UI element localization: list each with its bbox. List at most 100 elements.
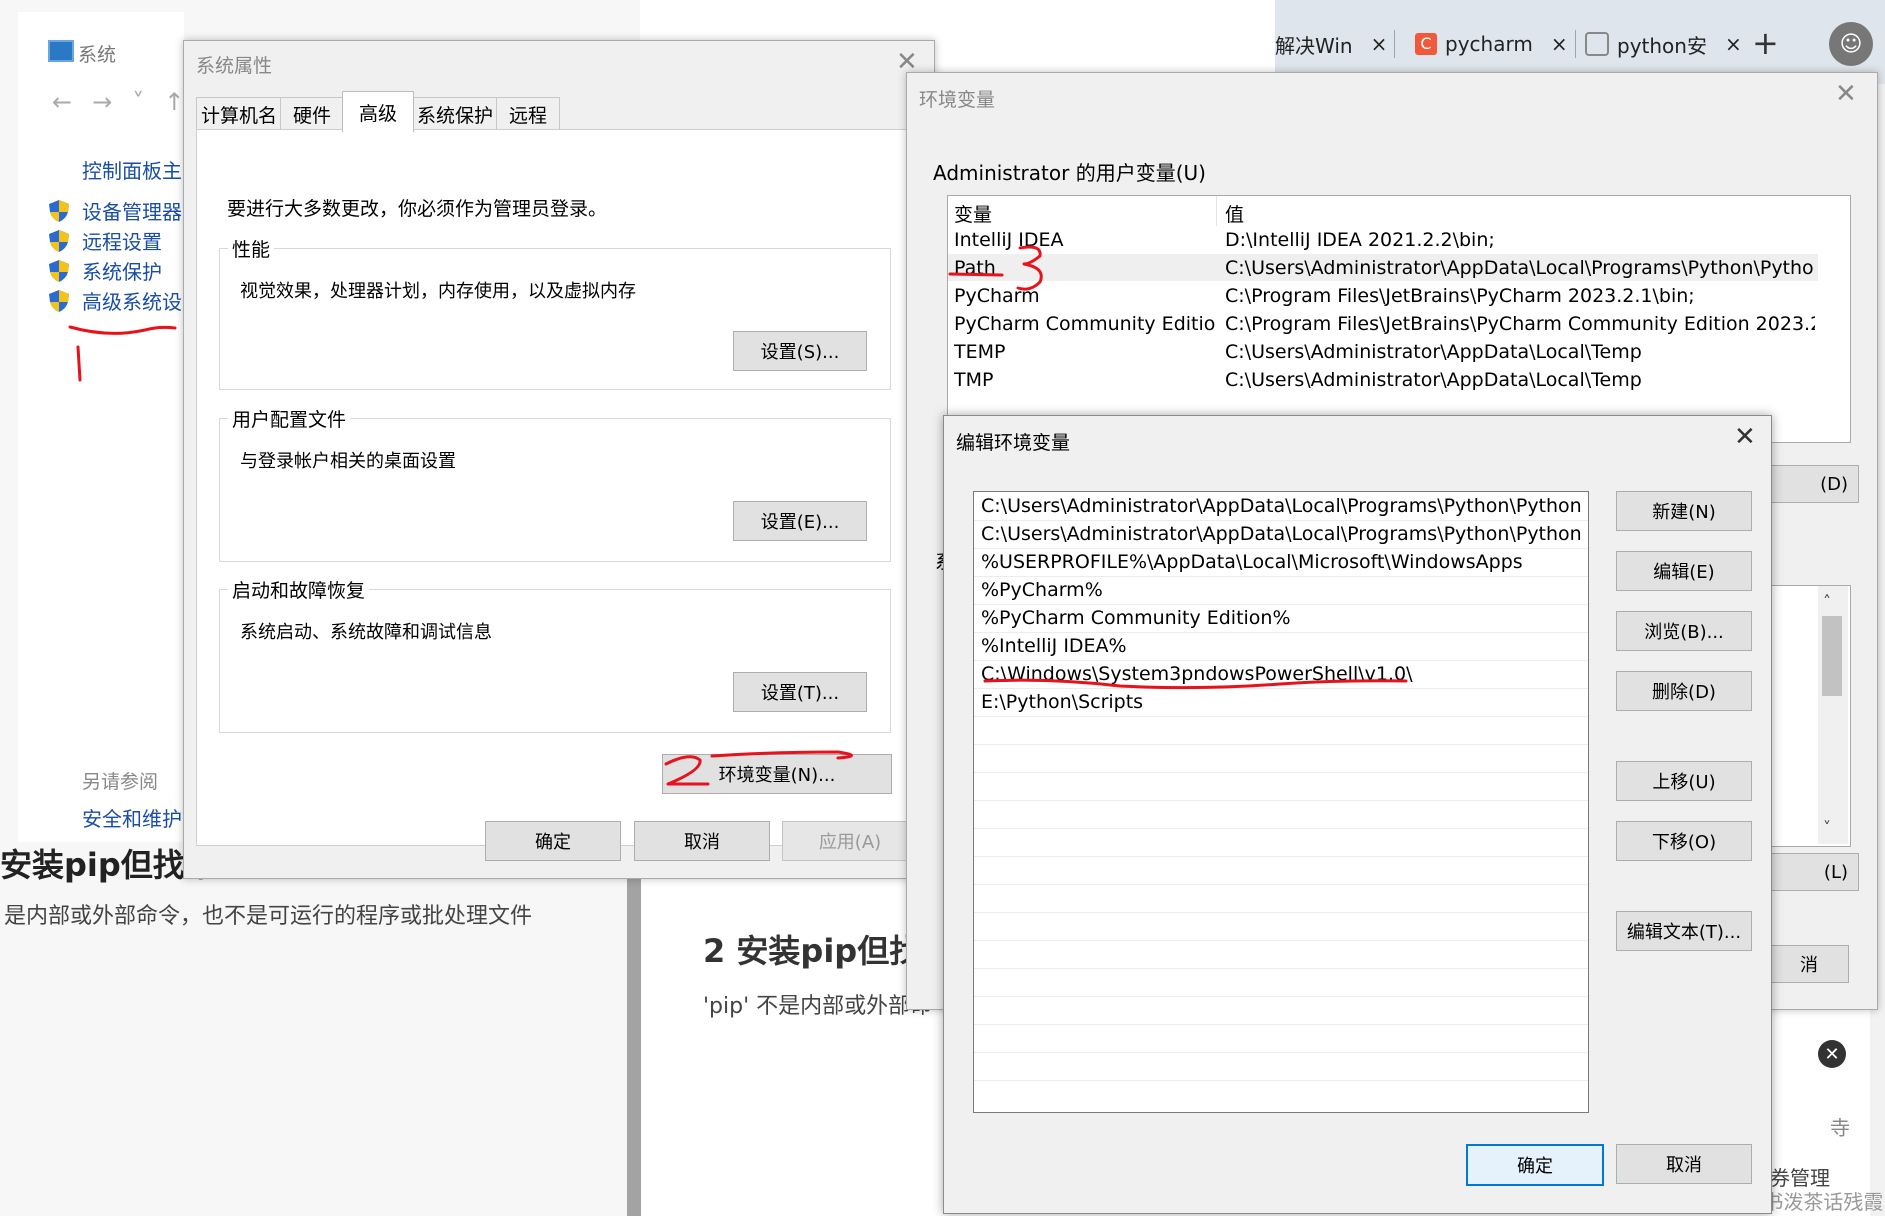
empty-row[interactable] [974, 1080, 1588, 1108]
close-icon[interactable]: ✕ [1835, 79, 1857, 109]
variable-name: TMP [954, 369, 994, 391]
apply-button[interactable]: 应用(A) [782, 821, 918, 861]
column-header-variable[interactable]: 变量 [954, 200, 992, 227]
empty-row[interactable] [974, 744, 1588, 773]
delete-button[interactable]: 删除(D) [1616, 671, 1752, 711]
chevron-up-icon[interactable]: ˄ [1823, 592, 1831, 611]
empty-row[interactable] [974, 884, 1588, 913]
browser-tab[interactable]: 解决Win × [1275, 24, 1396, 64]
column-header-value[interactable]: 值 [1225, 200, 1244, 227]
close-icon[interactable]: ✕ [1818, 1040, 1846, 1068]
close-icon[interactable]: ✕ [1734, 422, 1756, 452]
move-up-button[interactable]: 上移(U) [1616, 761, 1752, 801]
dialog-title: 系统属性 [196, 55, 273, 77]
startup-recovery-settings-button[interactable]: 设置(T)... [733, 672, 867, 712]
list-item[interactable]: %PyCharm Community Edition% [974, 604, 1588, 633]
close-icon[interactable]: × [1551, 32, 1568, 56]
chevron-down-icon[interactable]: ˅ [1823, 818, 1831, 837]
variable-name: PyCharm [954, 285, 1040, 307]
browser-tab[interactable]: C pycharm × [1415, 24, 1576, 64]
tab-hardware[interactable]: 硬件 [280, 97, 344, 130]
empty-row[interactable] [974, 800, 1588, 829]
path-entry: C:\Users\Administrator\AppData\Local\Pro… [981, 495, 1581, 517]
empty-row[interactable] [974, 828, 1588, 857]
close-icon[interactable]: × [1371, 32, 1388, 56]
user-delete-button[interactable]: (D) [1767, 465, 1859, 503]
empty-row[interactable] [974, 940, 1588, 969]
cancel-button[interactable]: 取消 [634, 821, 770, 861]
security-maintenance-link[interactable]: 安全和维护 [82, 803, 182, 832]
cancel-button[interactable]: 取消 [1616, 1144, 1752, 1184]
system-delete-button[interactable]: (L) [1767, 853, 1859, 891]
edit-text-button[interactable]: 编辑文本(T)... [1616, 911, 1752, 951]
table-row[interactable]: TEMP C:\Users\Administrator\AppData\Loca… [948, 338, 1818, 365]
list-item[interactable]: C:\Windows\System3pndowsPowerShell\v1.0\ [974, 660, 1588, 689]
tab-system-protection[interactable]: 系统保护 [412, 97, 498, 130]
list-item[interactable]: %IntelliJ IDEA% [974, 632, 1588, 661]
close-icon[interactable]: × [1725, 32, 1742, 56]
list-item[interactable]: E:\Python\Scripts [974, 688, 1588, 717]
path-entries-list[interactable]: C:\Users\Administrator\AppData\Local\Pro… [973, 491, 1589, 1113]
python-icon [1585, 32, 1609, 56]
ok-button[interactable]: 确定 [485, 821, 621, 861]
list-item[interactable]: C:\Users\Administrator\AppData\Local\Pro… [974, 492, 1588, 521]
advanced-system-settings-link[interactable]: 高级系统设置 [48, 286, 202, 315]
article-text-left: 是内部或外部命令，也不是可运行的程序或批处理文件 [4, 904, 533, 929]
computer-icon [48, 40, 74, 62]
path-entry: %PyCharm Community Edition% [981, 607, 1291, 629]
move-down-button[interactable]: 下移(O) [1616, 821, 1752, 861]
user-profiles-settings-button[interactable]: 设置(E)... [733, 501, 867, 541]
list-header: 变量 值 [948, 196, 1818, 226]
performance-settings-button[interactable]: 设置(S)... [733, 331, 867, 371]
scroll-thumb[interactable] [1822, 616, 1842, 696]
sys-link-label: 设备管理器 [82, 200, 182, 224]
path-entry: %USERPROFILE%\AppData\Local\Microsoft\Wi… [981, 551, 1523, 573]
browse-button[interactable]: 浏览(B)... [1616, 611, 1752, 651]
article-fragment: 寺 [1830, 1116, 1850, 1140]
browser-tab[interactable]: python安 × [1585, 24, 1742, 64]
new-tab-button[interactable]: + [1752, 24, 1779, 62]
remote-settings-link[interactable]: 远程设置 [48, 226, 162, 255]
empty-row[interactable] [974, 912, 1588, 941]
empty-row[interactable] [974, 772, 1588, 801]
tab-computer-name[interactable]: 计算机名 [196, 97, 282, 130]
shield-icon [48, 199, 70, 223]
empty-row[interactable] [974, 996, 1588, 1025]
window-title: 系统 [78, 44, 117, 66]
table-row[interactable]: PyCharm Community Edition C:\Program Fil… [948, 310, 1818, 337]
path-entry: %IntelliJ IDEA% [981, 635, 1127, 657]
list-item[interactable]: %USERPROFILE%\AppData\Local\Microsoft\Wi… [974, 548, 1588, 577]
environment-variables-button[interactable]: 环境变量(N)... [662, 754, 892, 794]
article-heading-right: 2 安装pip但找 [703, 932, 922, 970]
system-protection-link[interactable]: 系统保护 [48, 256, 162, 285]
list-item[interactable]: C:\Users\Administrator\AppData\Local\Pro… [974, 520, 1588, 549]
empty-row[interactable] [974, 856, 1588, 885]
tab-remote[interactable]: 远程 [496, 97, 560, 130]
nav-arrows[interactable]: ←→˅↑ [52, 88, 204, 116]
table-row[interactable]: PyCharm C:\Program Files\JetBrains\PyCha… [948, 282, 1818, 309]
user-profiles-group: 用户配置文件 与登录帐户相关的桌面设置 设置(E)... [219, 405, 891, 562]
empty-row[interactable] [974, 1052, 1588, 1081]
scrollbar[interactable]: ˄ ˅ [1818, 586, 1848, 844]
group-title: 性能 [228, 235, 275, 262]
table-row-selected[interactable]: Path C:\Users\Administrator\AppData\Loca… [948, 254, 1818, 281]
group-title: 启动和故障恢复 [228, 576, 370, 603]
variable-value: D:\IntelliJ IDEA 2021.2.2\bin; [1225, 229, 1495, 251]
startup-recovery-group: 启动和故障恢复 系统启动、系统故障和调试信息 设置(T)... [219, 576, 891, 733]
user-variables-list[interactable]: 变量 值 IntelliJ IDEA D:\IntelliJ IDEA 2021… [947, 195, 1851, 443]
table-row[interactable]: IntelliJ IDEA D:\IntelliJ IDEA 2021.2.2\… [948, 226, 1818, 253]
variable-name: TEMP [954, 341, 1006, 363]
edit-button[interactable]: 编辑(E) [1616, 551, 1752, 591]
tab-advanced[interactable]: 高级 [342, 91, 414, 132]
new-button[interactable]: 新建(N) [1616, 491, 1752, 531]
article-scrollbar[interactable] [627, 830, 641, 1216]
empty-row[interactable] [974, 1024, 1588, 1053]
list-item[interactable]: %PyCharm% [974, 576, 1588, 605]
empty-row[interactable] [974, 716, 1588, 745]
variable-name: Path [954, 257, 996, 279]
device-manager-link[interactable]: 设备管理器 [48, 196, 182, 225]
empty-row[interactable] [974, 968, 1588, 997]
profile-avatar[interactable]: ☺ [1829, 22, 1873, 66]
table-row[interactable]: TMP C:\Users\Administrator\AppData\Local… [948, 366, 1818, 393]
ok-button[interactable]: 确定 [1466, 1144, 1604, 1186]
